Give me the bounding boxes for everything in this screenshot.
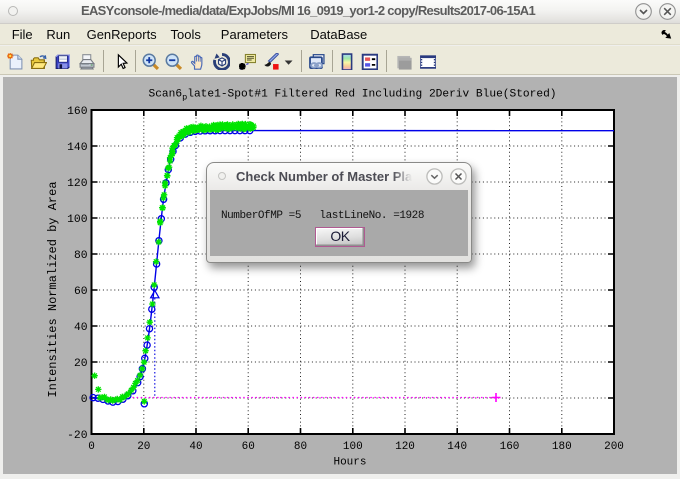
svg-text:80: 80 [294,441,307,453]
svg-text:100: 100 [343,441,363,453]
svg-text:40: 40 [74,322,88,334]
svg-text:140: 140 [67,142,88,154]
svg-text:160: 160 [67,106,88,118]
svg-text:-20: -20 [67,430,88,442]
svg-text:160: 160 [500,441,520,453]
svg-text:0: 0 [81,394,88,406]
svg-text:140: 140 [447,441,467,453]
svg-text:Hours: Hours [333,457,366,469]
svg-text:80: 80 [74,250,88,262]
svg-text:20: 20 [137,441,150,453]
svg-text:0: 0 [88,441,95,453]
svg-text:100: 100 [67,214,88,226]
svg-text:Intensities Normalized by Area: Intensities Normalized by Area [46,181,60,397]
svg-text:Scan6plate1-Spot#1 Filtered Re: Scan6plate1-Spot#1 Filtered Red Includin… [149,89,557,103]
svg-text:40: 40 [189,441,202,453]
svg-text:200: 200 [604,441,624,453]
svg-text:120: 120 [67,178,88,190]
svg-text:60: 60 [74,286,88,298]
svg-text:180: 180 [552,441,572,453]
svg-text:120: 120 [395,441,415,453]
svg-text:20: 20 [74,358,88,370]
svg-text:60: 60 [242,441,255,453]
